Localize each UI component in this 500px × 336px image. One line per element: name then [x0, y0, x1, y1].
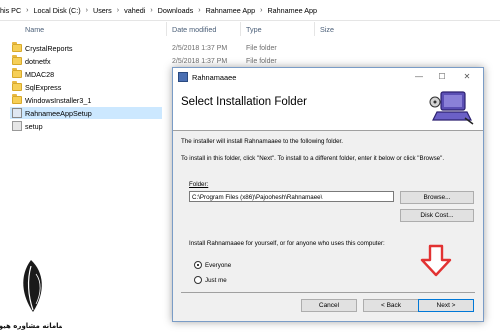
dialog-header: Select Installation Folder: [173, 86, 483, 131]
column-divider[interactable]: [314, 22, 315, 36]
column-header-date[interactable]: Date modified: [172, 25, 216, 34]
breadcrumb-item[interactable]: Users: [91, 6, 114, 15]
radio-everyone[interactable]: [194, 261, 202, 269]
watermark-text: سامانه مشاوره هیوا: [0, 322, 62, 330]
folder-icon: [12, 68, 22, 78]
chevron-right-icon: ›: [116, 6, 120, 14]
breadcrumb-item[interactable]: Rahnamee App: [265, 6, 319, 15]
file-row-selected[interactable]: RahnameeAppSetup: [10, 107, 162, 119]
maximize-icon[interactable]: ☐: [432, 70, 452, 83]
file-name: MDAC28: [25, 69, 55, 79]
dialog-titlebar[interactable]: Rahnamaaee — ☐ ✕: [173, 68, 483, 86]
breadcrumb-item[interactable]: Rahnamee App: [204, 6, 258, 15]
leaf-logo-icon: سامانه مشاوره هیوا: [0, 258, 66, 330]
setup-app-icon: [12, 121, 22, 131]
file-name: setup: [25, 121, 43, 131]
file-date: 2/5/2018 1:37 PM: [172, 44, 228, 52]
column-divider[interactable]: [240, 22, 241, 36]
installer-dialog: Rahnamaaee — ☐ ✕ Select Installation Fol…: [172, 67, 484, 322]
browse-button[interactable]: Browse...: [400, 191, 474, 204]
chevron-right-icon: ›: [26, 6, 29, 14]
folder-icon: [12, 42, 22, 52]
file-type: File folder: [246, 57, 277, 65]
chevron-right-icon: ›: [85, 6, 88, 14]
radio-just-me-label[interactable]: Just me: [205, 277, 227, 284]
cancel-button[interactable]: Cancel: [301, 299, 357, 312]
back-button[interactable]: < Back: [363, 299, 419, 312]
minimize-icon[interactable]: —: [409, 70, 429, 83]
dialog-title: Rahnamaaee: [192, 72, 237, 82]
app-icon: [178, 72, 188, 82]
file-date: 2/5/2018 1:37 PM: [172, 57, 228, 65]
close-icon[interactable]: ✕: [457, 70, 477, 83]
file-name: WindowsInstaller3_1: [25, 95, 92, 105]
column-header-size[interactable]: Size: [320, 25, 334, 34]
footer-divider: [181, 292, 475, 293]
file-type: File folder: [246, 44, 277, 52]
chevron-right-icon: ›: [198, 6, 201, 14]
breadcrumb-item[interactable]: Local Disk (C:): [32, 6, 83, 15]
red-arrow-down-icon: [420, 244, 452, 277]
file-name: SqlExpress: [25, 82, 62, 92]
column-divider[interactable]: [166, 22, 167, 36]
disk-cost-button[interactable]: Disk Cost...: [400, 209, 474, 222]
intro-text: The installer will install Rahnamaaee to…: [181, 138, 343, 145]
chevron-right-icon: ›: [260, 6, 263, 14]
file-name: CrystalReports: [25, 43, 73, 53]
breadcrumb-item[interactable]: Downloads: [156, 6, 196, 15]
computer-installer-icon: [429, 91, 474, 125]
column-header-type[interactable]: Type: [246, 25, 262, 34]
file-row[interactable]: dotnetfx 2/5/2018 1:37 PM File folder: [12, 55, 492, 67]
breadcrumb-item[interactable]: vahedi: [122, 6, 147, 15]
folder-icon: [12, 81, 22, 91]
file-row[interactable]: CrystalReports 2/5/2018 1:37 PM File fol…: [12, 42, 492, 54]
watermark-logo: سامانه مشاوره هیوا: [0, 252, 66, 334]
next-button[interactable]: Next >: [418, 299, 474, 312]
breadcrumb: his PC › Local Disk (C:) › Users › vahed…: [0, 0, 500, 21]
installer-package-icon: [12, 108, 22, 118]
column-header-name[interactable]: Name: [25, 25, 44, 34]
folder-icon: [12, 55, 22, 65]
folder-label: Folder:: [189, 181, 209, 188]
radio-everyone-label[interactable]: Everyone: [205, 262, 231, 269]
instructions-text: To install in this folder, click "Next".…: [181, 155, 445, 162]
page-title: Select Installation Folder: [181, 96, 307, 108]
radio-just-me[interactable]: [194, 276, 202, 284]
file-name: dotnetfx: [25, 56, 51, 66]
folder-icon: [12, 94, 22, 104]
file-name: RahnameeAppSetup: [25, 108, 92, 118]
breadcrumb-item[interactable]: his PC: [0, 6, 23, 15]
chevron-right-icon: ›: [150, 6, 153, 14]
folder-path-input[interactable]: C:\Program Files (x86)\Pajoohesh\Rahnama…: [189, 191, 394, 202]
install-for-text: Install Rahnamaaee for yourself, or for …: [189, 240, 385, 247]
